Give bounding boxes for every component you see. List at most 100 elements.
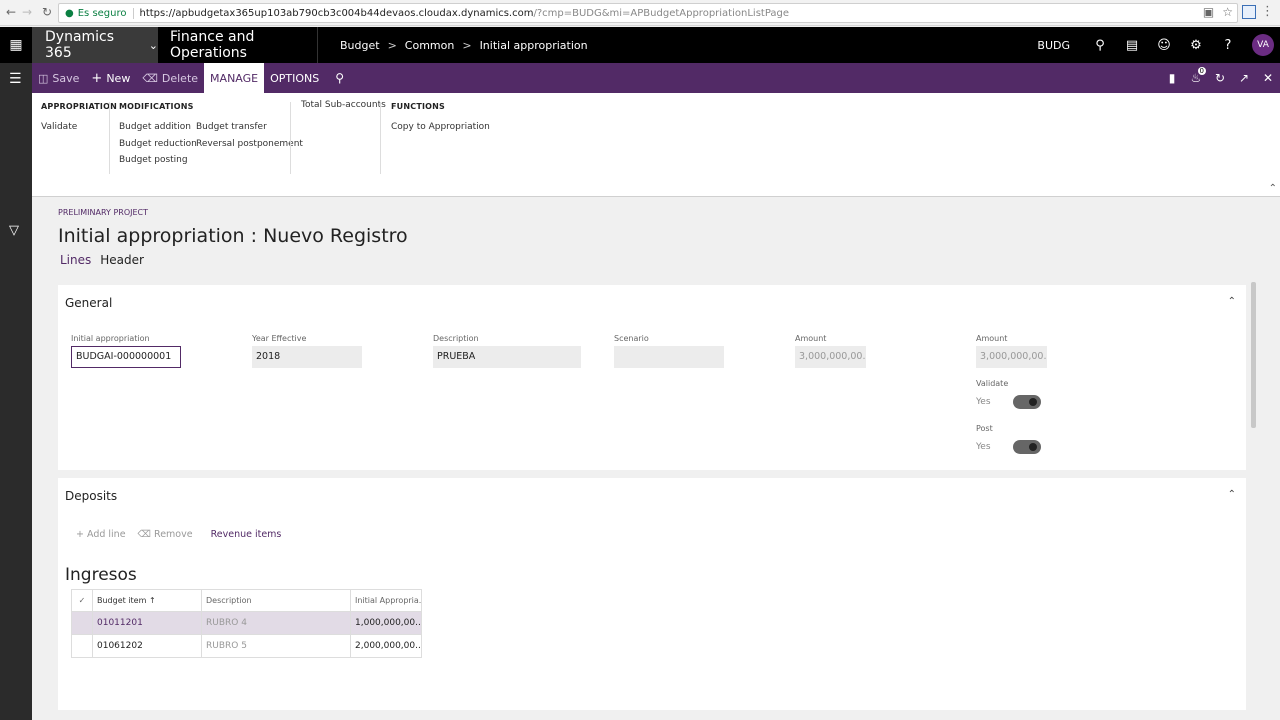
amount-cell[interactable]: 1,000,000,00... (350, 611, 422, 635)
translate-icon[interactable]: ▣ (1203, 5, 1214, 19)
new-button[interactable]: + New (85, 63, 136, 93)
amount-field-2: Amount 3,000,000,00... (976, 334, 1047, 368)
scenario-input[interactable] (614, 346, 724, 368)
delete-label: Delete (161, 71, 199, 85)
hamburger-menu-icon[interactable]: ☰ (9, 71, 22, 87)
field-label: Year Effective (252, 334, 307, 343)
general-title[interactable]: General (65, 296, 112, 310)
amount-cell[interactable]: 2,000,000,00... (350, 634, 422, 658)
budget-reduction-button[interactable]: Budget reduction (119, 139, 197, 156)
deposits-title[interactable]: Deposits (65, 489, 117, 503)
open-new-window-icon[interactable]: ↗ (1232, 71, 1256, 85)
group-modifications-col2: Budget transfer Reversal postponement (196, 102, 303, 155)
budget-posting-button[interactable]: Budget posting (119, 155, 197, 172)
delete-button[interactable]: ⌫ Delete (136, 63, 204, 93)
deposits-fasttab: Deposits ⌃ + Add line ⌫ Remove Revenue i… (58, 478, 1246, 710)
description-cell: RUBRO 4 (201, 611, 351, 635)
budget-item-cell[interactable]: 01011201 (92, 611, 202, 635)
notifications-icon[interactable]: ♨ 0 (1184, 67, 1208, 85)
settings-gear-icon[interactable]: ⚙ (1180, 38, 1212, 53)
reversal-postponement-button[interactable]: Reversal postponement (196, 139, 303, 156)
column-header-budget-item[interactable]: Budget item ↑ (92, 589, 202, 612)
extension-calendar-icon[interactable] (1242, 5, 1256, 19)
column-header-description[interactable]: Description (201, 589, 351, 612)
filter-icon[interactable]: ▽ (9, 223, 19, 238)
trash-icon: ⌫ (142, 71, 158, 85)
validate-button[interactable]: Validate (41, 122, 117, 139)
toggle-value: Yes (976, 397, 991, 407)
total-subaccounts-button[interactable]: Total Sub-accounts (301, 100, 386, 117)
bookmark-star-icon[interactable]: ☆ (1222, 5, 1233, 19)
breadcrumb-initial-appropriation[interactable]: Initial appropriation (480, 39, 588, 52)
browser-menu-icon[interactable]: ⋮ (1261, 4, 1274, 19)
validate-toggle[interactable] (1013, 395, 1041, 409)
page-title: Initial appropriation : Nuevo Registro (58, 225, 408, 247)
tab-lines[interactable]: Lines (60, 253, 91, 267)
divider (290, 102, 291, 174)
breadcrumb-budget[interactable]: Budget (340, 39, 380, 52)
initial-appropriation-input[interactable]: BUDGAI-000000001 (71, 346, 181, 368)
budget-addition-button[interactable]: Budget addition (119, 122, 197, 139)
save-label: Save (52, 71, 80, 85)
feedback-smiley-icon[interactable]: ☺ (1148, 38, 1180, 53)
post-toggle-row: Yes (976, 440, 1041, 454)
budget-transfer-button[interactable]: Budget transfer (196, 122, 303, 139)
tab-header[interactable]: Header (100, 253, 144, 267)
row-selector[interactable] (71, 611, 93, 635)
dynamics-brand-button[interactable]: Dynamics 365 ⌄ (32, 27, 158, 63)
reload-icon[interactable]: ↻ (38, 5, 56, 19)
office-icon[interactable]: ▮ (1160, 71, 1184, 85)
revenue-items-button[interactable]: Revenue items (211, 529, 282, 540)
amount-field-1: Amount 3,000,000,00... (795, 334, 866, 368)
chevron-up-icon[interactable]: ⌃ (1228, 489, 1236, 500)
post-toggle[interactable] (1013, 440, 1041, 454)
lock-icon: ● (65, 7, 74, 19)
close-icon[interactable]: ✕ (1256, 71, 1280, 85)
vertical-scrollbar[interactable] (1251, 282, 1256, 428)
app-launcher-icon[interactable]: ▦ (0, 27, 32, 63)
breadcrumb-common[interactable]: Common (405, 39, 455, 52)
forward-arrow-icon[interactable]: → (18, 5, 36, 19)
breadcrumb: Budget > Common > Initial appropriation (318, 39, 588, 52)
url-text[interactable]: https://apbudgetax365up103ab790cb3c004b4… (140, 8, 790, 19)
amount-input-2: 3,000,000,00... (976, 346, 1047, 368)
group-header: MODIFICATIONS (119, 102, 194, 111)
group-header: APPROPRIATION (41, 102, 117, 111)
general-fasttab: General ⌃ Initial appropriation BUDGAI-0… (58, 285, 1246, 470)
message-center-icon[interactable]: ▤ (1116, 38, 1148, 53)
year-effective-input[interactable]: 2018 (252, 346, 362, 368)
ribbon-manage: APPROPRIATION Validate MODIFICATIONS Bud… (32, 93, 1280, 197)
address-bar[interactable]: ● Es seguro https://apbudgetax365up103ab… (58, 3, 1238, 23)
group-subaccounts: Total Sub-accounts (301, 100, 386, 117)
column-header-initial-appropriation[interactable]: Initial Appropria... (350, 589, 422, 612)
row-selector[interactable] (71, 634, 93, 658)
action-search-icon[interactable]: ⚲ (325, 71, 354, 85)
sort-ascending-icon: ↑ (148, 596, 156, 605)
collapse-ribbon-icon[interactable]: ⌃ (1269, 183, 1277, 194)
budget-item-cell[interactable]: 01061202 (92, 634, 202, 658)
refresh-icon[interactable]: ↻ (1208, 71, 1232, 85)
select-all-checkbox[interactable]: ✓ (71, 589, 93, 612)
save-button[interactable]: ◫ Save (32, 63, 85, 93)
tab-options[interactable]: OPTIONS (264, 63, 325, 93)
chevron-up-icon[interactable]: ⌃ (1228, 296, 1236, 307)
description-cell: RUBRO 5 (201, 634, 351, 658)
deposits-toolbar: + Add line ⌫ Remove Revenue items (76, 529, 281, 540)
search-icon[interactable]: ⚲ (1084, 38, 1116, 53)
table-row[interactable]: 01061202 RUBRO 5 2,000,000,00... (71, 634, 422, 658)
add-line-button[interactable]: + Add line (76, 529, 126, 540)
field-label: Initial appropriation (71, 334, 150, 343)
app-top-bar: ▦ Dynamics 365 ⌄ Finance and Operations … (0, 27, 1280, 63)
save-icon: ◫ (38, 71, 49, 85)
help-icon[interactable]: ? (1212, 38, 1244, 53)
url-host: https://apbudgetax365up103ab790cb3c004b4… (139, 7, 534, 19)
user-avatar[interactable]: VA (1252, 34, 1274, 56)
copy-to-appropriation-button[interactable]: Copy to Appropriation (391, 122, 490, 139)
remove-button[interactable]: ⌫ Remove (138, 529, 193, 540)
post-field: Post (976, 424, 993, 436)
tab-manage[interactable]: MANAGE (204, 63, 265, 93)
company-picker[interactable]: BUDG (1037, 39, 1070, 52)
brand-label: Dynamics 365 (45, 29, 115, 61)
description-input[interactable]: PRUEBA (433, 346, 581, 368)
table-row[interactable]: 01011201 RUBRO 4 1,000,000,00... (71, 611, 422, 635)
